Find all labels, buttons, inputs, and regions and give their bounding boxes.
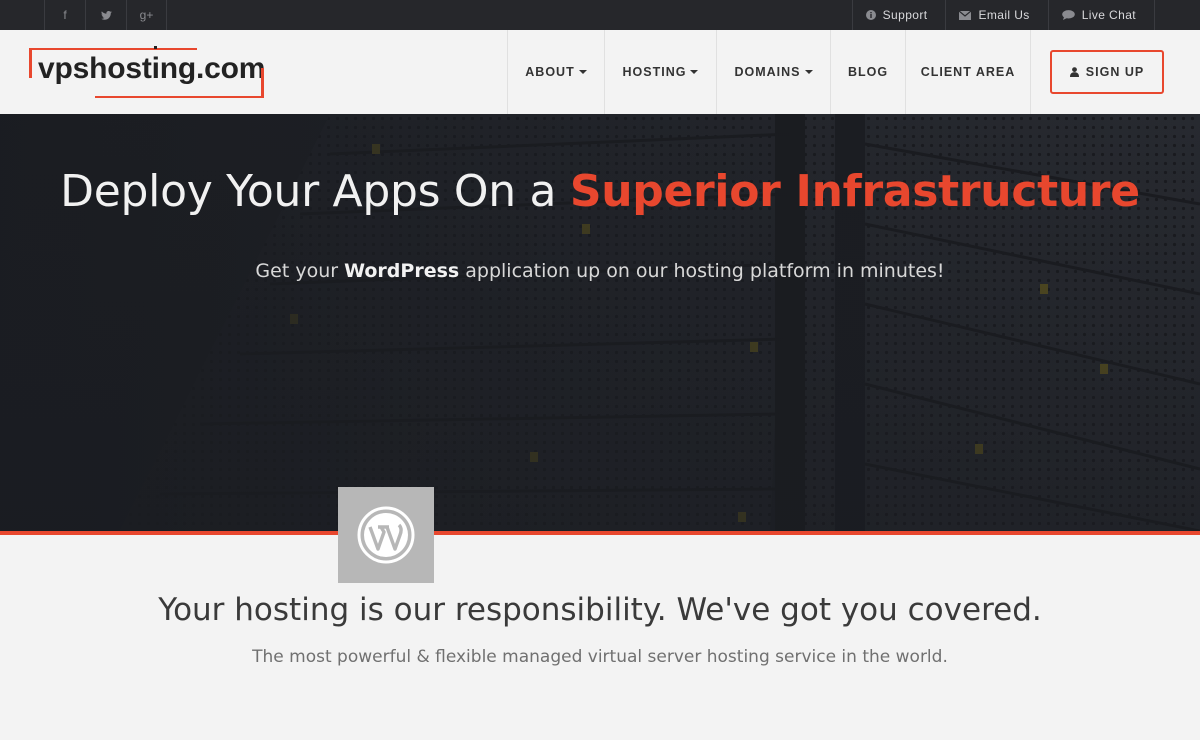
caret-down-icon: [578, 70, 587, 74]
nav-hosting[interactable]: HOSTING: [604, 30, 716, 114]
nav-domains-label: DOMAINS: [734, 65, 801, 79]
sign-up-label: SIGN UP: [1085, 65, 1145, 79]
logo-text: vpshosting.com: [38, 52, 266, 85]
twitter-icon[interactable]: [85, 0, 126, 30]
nav-about[interactable]: ABOUT: [507, 30, 604, 114]
hero-subtitle: Get your WordPress application up on our…: [0, 260, 1200, 282]
wordpress-icon: [357, 506, 415, 564]
nav-blog-label: BLOG: [847, 65, 889, 79]
nav-about-label: ABOUT: [525, 65, 575, 79]
support-label: Support: [882, 8, 928, 22]
hero-title: Deploy Your Apps On a Superior Infrastru…: [0, 166, 1200, 217]
hero-accent-line: [0, 531, 1200, 535]
support-link[interactable]: Support: [851, 0, 946, 30]
section-tagline: Your hosting is our responsibility. We'v…: [158, 592, 1042, 628]
hero-banner: Deploy Your Apps On a Superior Infrastru…: [0, 114, 1200, 531]
top-bar: f g+ Support Email Us Live Chat: [0, 0, 1200, 30]
social-links: f g+: [44, 0, 167, 30]
google-plus-icon[interactable]: g+: [126, 0, 167, 30]
hero-title-highlight: Superior Infrastructure: [569, 166, 1140, 217]
live-chat-link[interactable]: Live Chat: [1047, 0, 1155, 30]
nav-blog[interactable]: BLOG: [830, 30, 905, 114]
nav-domains[interactable]: DOMAINS: [716, 30, 830, 114]
logo-decor-bottom: [95, 96, 263, 98]
main-header: vpshosting.com ABOUT HOSTING DOMAINS BLO…: [0, 30, 1200, 114]
top-links: Support Email Us Live Chat: [851, 0, 1155, 30]
email-us-label: Email Us: [978, 8, 1030, 22]
facebook-icon[interactable]: f: [44, 0, 85, 30]
section-subtagline: The most powerful & flexible managed vir…: [252, 647, 948, 667]
chat-bubble-icon: [1061, 10, 1075, 20]
hero-sub-bold: WordPress: [344, 260, 460, 282]
caret-down-icon: [804, 70, 813, 74]
sign-up-button[interactable]: SIGN UP: [1050, 50, 1164, 94]
live-chat-label: Live Chat: [1081, 8, 1136, 22]
email-us-link[interactable]: Email Us: [945, 0, 1047, 30]
nav-client-area[interactable]: CLIENT AREA: [905, 30, 1031, 114]
logo-decor-left: [29, 48, 32, 78]
hero-sub-suffix: application up on our hosting platform i…: [459, 260, 945, 282]
caret-down-icon: [690, 70, 699, 74]
hero-title-plain: Deploy Your Apps On a: [60, 166, 570, 217]
hero-sub-prefix: Get your: [255, 260, 345, 282]
wordpress-badge[interactable]: [338, 487, 434, 583]
logo-decor-right: [261, 68, 264, 98]
envelope-icon: [959, 10, 972, 20]
logo-decor-dot: [154, 46, 157, 49]
nav-client-area-label: CLIENT AREA: [920, 65, 1016, 79]
info-icon: [865, 10, 876, 20]
nav-hosting-label: HOSTING: [622, 65, 687, 79]
user-icon: [1069, 67, 1079, 77]
main-nav: ABOUT HOSTING DOMAINS BLOG CLIENT AREA: [507, 30, 1031, 114]
logo-decor-top: [29, 48, 197, 50]
site-logo[interactable]: vpshosting.com: [29, 46, 269, 100]
